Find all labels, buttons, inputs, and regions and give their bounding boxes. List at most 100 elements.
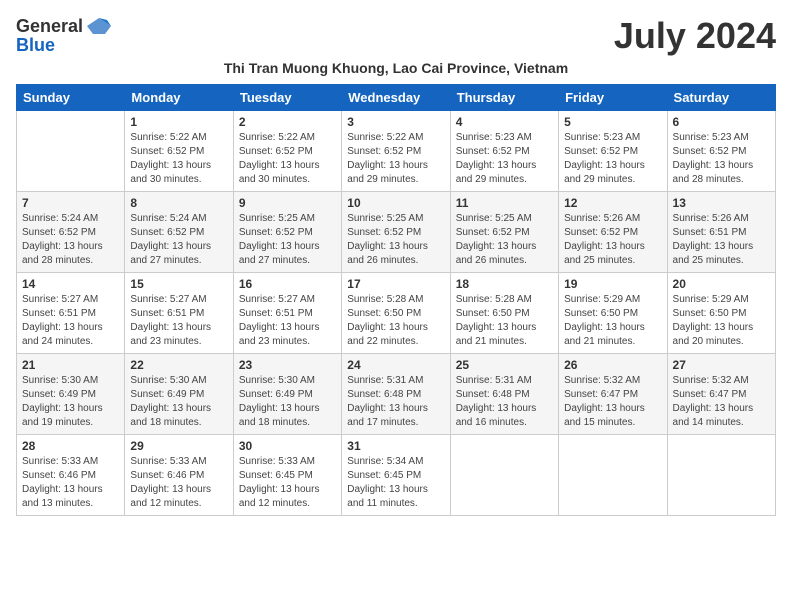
day-number: 31 (347, 439, 444, 453)
day-number: 11 (456, 196, 553, 210)
calendar-cell: 22Sunrise: 5:30 AM Sunset: 6:49 PM Dayli… (125, 353, 233, 434)
day-info: Sunrise: 5:25 AM Sunset: 6:52 PM Dayligh… (456, 212, 553, 268)
calendar-cell (450, 434, 558, 515)
day-info: Sunrise: 5:33 AM Sunset: 6:46 PM Dayligh… (22, 455, 119, 511)
calendar-cell: 6Sunrise: 5:23 AM Sunset: 6:52 PM Daylig… (667, 110, 775, 191)
calendar-cell: 3 Sunrise: 5:22 AM Sunset: 6:52 PM Daylig… (342, 110, 450, 191)
day-number: 8 (130, 196, 227, 210)
day-number: 2 (239, 115, 336, 129)
day-info: Sunrise: 5:23 AM Sunset: 6:52 PM Dayligh… (564, 131, 661, 187)
calendar-cell: 25 Sunrise: 5:31 AM Sunset: 6:48 PM Dayli… (450, 353, 558, 434)
day-of-week-header: Friday (559, 84, 667, 110)
day-info: Sunrise: 5:27 AM Sunset: 6:51 PM Dayligh… (22, 293, 119, 349)
day-info: Sunrise: 5:22 AM Sunset: 6:52 PM Dayligh… (130, 131, 227, 187)
day-info: Sunrise: 5:34 AM Sunset: 6:45 PM Dayligh… (347, 455, 444, 511)
calendar-cell: 11 Sunrise: 5:25 AM Sunset: 6:52 PM Dayli… (450, 191, 558, 272)
day-info: Sunrise: 5:24 AM Sunset: 6:52 PM Dayligh… (130, 212, 227, 268)
calendar-cell: 14 Sunrise: 5:27 AM Sunset: 6:51 PM Dayli… (17, 272, 125, 353)
title-section: July 2024 (614, 16, 776, 56)
day-number: 14 (22, 277, 119, 291)
day-info: Sunrise: 5:31 AM Sunset: 6:48 PM Dayligh… (456, 374, 553, 430)
calendar-cell (17, 110, 125, 191)
logo-icon (85, 16, 113, 36)
calendar-cell: 23 Sunrise: 5:30 AM Sunset: 6:49 PM Dayli… (233, 353, 341, 434)
day-number: 1 (130, 115, 227, 129)
calendar-cell: 9 Sunrise: 5:25 AM Sunset: 6:52 PM Daylig… (233, 191, 341, 272)
day-of-week-header: Sunday (17, 84, 125, 110)
day-info: Sunrise: 5:32 AM Sunset: 6:47 PM Dayligh… (564, 374, 661, 430)
day-info: Sunrise: 5:25 AM Sunset: 6:52 PM Dayligh… (239, 212, 336, 268)
day-number: 26 (564, 358, 661, 372)
calendar-cell: 31 Sunrise: 5:34 AM Sunset: 6:45 PM Dayli… (342, 434, 450, 515)
day-info: Sunrise: 5:29 AM Sunset: 6:50 PM Dayligh… (564, 293, 661, 349)
day-info: Sunrise: 5:28 AM Sunset: 6:50 PM Dayligh… (347, 293, 444, 349)
day-info: Sunrise: 5:26 AM Sunset: 6:52 PM Dayligh… (564, 212, 661, 268)
day-info: Sunrise: 5:22 AM Sunset: 6:52 PM Dayligh… (239, 131, 336, 187)
calendar-cell: 16 Sunrise: 5:27 AM Sunset: 6:51 PM Dayli… (233, 272, 341, 353)
day-number: 22 (130, 358, 227, 372)
day-number: 30 (239, 439, 336, 453)
calendar-cell: 26 Sunrise: 5:32 AM Sunset: 6:47 PM Dayli… (559, 353, 667, 434)
day-info: Sunrise: 5:22 AM Sunset: 6:52 PM Dayligh… (347, 131, 444, 187)
logo-general-text: General (16, 17, 83, 35)
calendar-cell: 27 Sunrise: 5:32 AM Sunset: 6:47 PM Dayli… (667, 353, 775, 434)
day-number: 18 (456, 277, 553, 291)
day-info: Sunrise: 5:32 AM Sunset: 6:47 PM Dayligh… (673, 374, 770, 430)
day-info: Sunrise: 5:30 AM Sunset: 6:49 PM Dayligh… (22, 374, 119, 430)
calendar-cell: 15 Sunrise: 5:27 AM Sunset: 6:51 PM Dayli… (125, 272, 233, 353)
day-info: Sunrise: 5:33 AM Sunset: 6:45 PM Dayligh… (239, 455, 336, 511)
calendar-week-row: 28Sunrise: 5:33 AM Sunset: 6:46 PM Dayli… (17, 434, 776, 515)
day-number: 25 (456, 358, 553, 372)
day-number: 17 (347, 277, 444, 291)
day-number: 7 (22, 196, 119, 210)
day-number: 15 (130, 277, 227, 291)
calendar-cell: 19Sunrise: 5:29 AM Sunset: 6:50 PM Dayli… (559, 272, 667, 353)
calendar-week-row: 14 Sunrise: 5:27 AM Sunset: 6:51 PM Dayli… (17, 272, 776, 353)
calendar-cell: 17 Sunrise: 5:28 AM Sunset: 6:50 PM Dayli… (342, 272, 450, 353)
calendar-cell: 2 Sunrise: 5:22 AM Sunset: 6:52 PM Daylig… (233, 110, 341, 191)
day-info: Sunrise: 5:33 AM Sunset: 6:46 PM Dayligh… (130, 455, 227, 511)
calendar-cell (559, 434, 667, 515)
day-info: Sunrise: 5:28 AM Sunset: 6:50 PM Dayligh… (456, 293, 553, 349)
calendar-week-row: 21Sunrise: 5:30 AM Sunset: 6:49 PM Dayli… (17, 353, 776, 434)
calendar-cell: 10 Sunrise: 5:25 AM Sunset: 6:52 PM Dayli… (342, 191, 450, 272)
day-of-week-header: Wednesday (342, 84, 450, 110)
calendar-cell: 30 Sunrise: 5:33 AM Sunset: 6:45 PM Dayli… (233, 434, 341, 515)
calendar-cell (667, 434, 775, 515)
month-title: July 2024 (614, 16, 776, 56)
day-info: Sunrise: 5:25 AM Sunset: 6:52 PM Dayligh… (347, 212, 444, 268)
logo-blue-text: Blue (16, 36, 55, 54)
day-info: Sunrise: 5:27 AM Sunset: 6:51 PM Dayligh… (239, 293, 336, 349)
day-number: 4 (456, 115, 553, 129)
day-number: 12 (564, 196, 661, 210)
calendar-cell: 24Sunrise: 5:31 AM Sunset: 6:48 PM Dayli… (342, 353, 450, 434)
day-number: 9 (239, 196, 336, 210)
calendar-cell: 1 Sunrise: 5:22 AM Sunset: 6:52 PM Daylig… (125, 110, 233, 191)
calendar-cell: 21Sunrise: 5:30 AM Sunset: 6:49 PM Dayli… (17, 353, 125, 434)
calendar-cell: 8 Sunrise: 5:24 AM Sunset: 6:52 PM Daylig… (125, 191, 233, 272)
calendar-cell: 18 Sunrise: 5:28 AM Sunset: 6:50 PM Dayli… (450, 272, 558, 353)
day-number: 3 (347, 115, 444, 129)
day-number: 6 (673, 115, 770, 129)
calendar-cell: 12 Sunrise: 5:26 AM Sunset: 6:52 PM Dayli… (559, 191, 667, 272)
page-header: General Blue July 2024 (16, 16, 776, 56)
day-number: 23 (239, 358, 336, 372)
calendar-cell: 28Sunrise: 5:33 AM Sunset: 6:46 PM Dayli… (17, 434, 125, 515)
day-info: Sunrise: 5:29 AM Sunset: 6:50 PM Dayligh… (673, 293, 770, 349)
day-number: 10 (347, 196, 444, 210)
day-info: Sunrise: 5:31 AM Sunset: 6:48 PM Dayligh… (347, 374, 444, 430)
day-info: Sunrise: 5:27 AM Sunset: 6:51 PM Dayligh… (130, 293, 227, 349)
day-of-week-header: Monday (125, 84, 233, 110)
calendar-cell: 7 Sunrise: 5:24 AM Sunset: 6:52 PM Daylig… (17, 191, 125, 272)
day-info: Sunrise: 5:24 AM Sunset: 6:52 PM Dayligh… (22, 212, 119, 268)
calendar-week-row: 1 Sunrise: 5:22 AM Sunset: 6:52 PM Daylig… (17, 110, 776, 191)
day-info: Sunrise: 5:30 AM Sunset: 6:49 PM Dayligh… (239, 374, 336, 430)
calendar-cell: 20Sunrise: 5:29 AM Sunset: 6:50 PM Dayli… (667, 272, 775, 353)
location-subtitle: Thi Tran Muong Khuong, Lao Cai Province,… (16, 60, 776, 76)
day-of-week-header: Tuesday (233, 84, 341, 110)
day-number: 27 (673, 358, 770, 372)
day-number: 16 (239, 277, 336, 291)
calendar-cell: 4Sunrise: 5:23 AM Sunset: 6:52 PM Daylig… (450, 110, 558, 191)
logo: General Blue (16, 16, 113, 54)
calendar-cell: 29Sunrise: 5:33 AM Sunset: 6:46 PM Dayli… (125, 434, 233, 515)
